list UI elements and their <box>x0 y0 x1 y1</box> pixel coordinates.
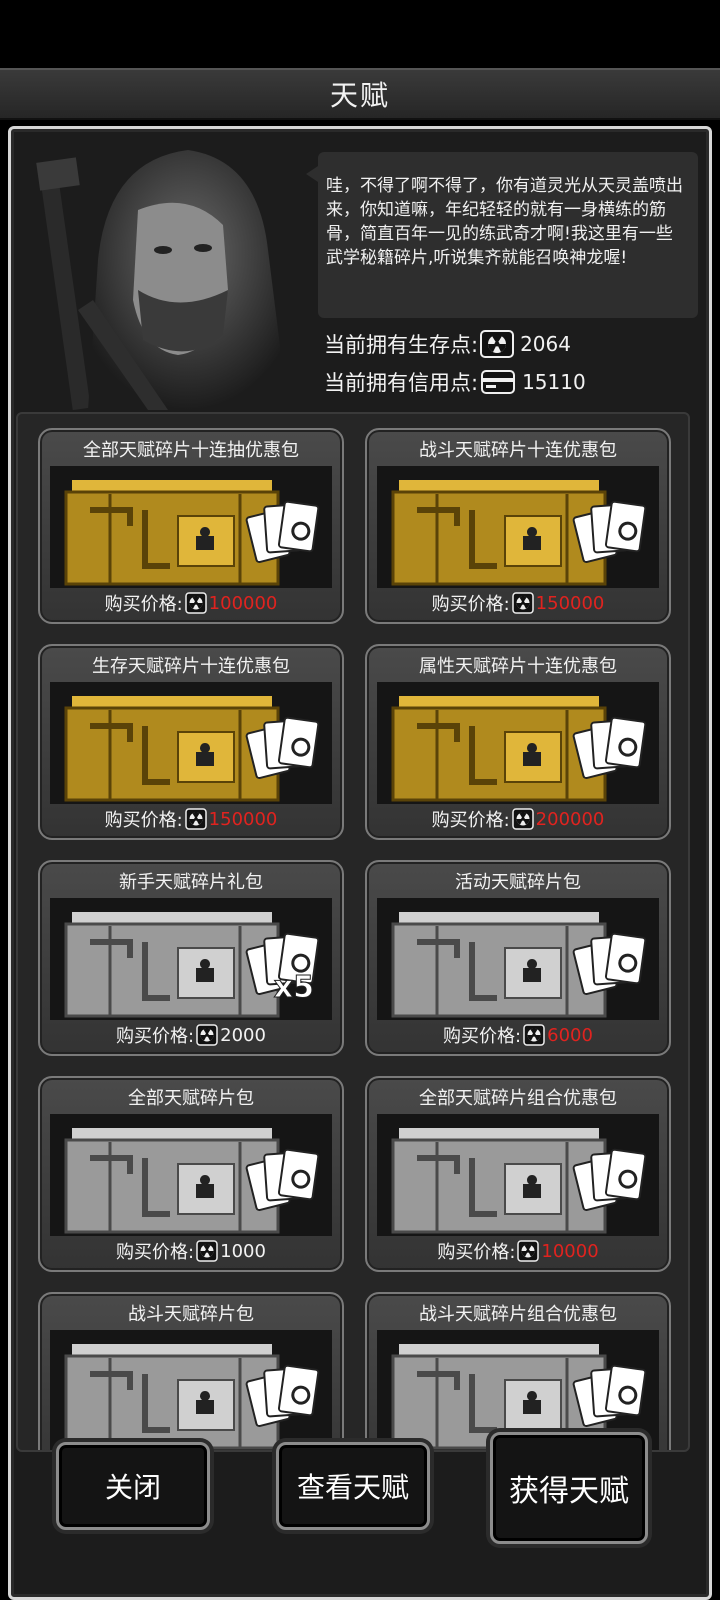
shop-pack-card[interactable]: 生存天赋碎片十连优惠包购买价格: 150000 <box>38 644 344 840</box>
pack-chest-image <box>377 1114 659 1236</box>
pack-name: 全部天赋碎片组合优惠包 <box>419 1088 617 1109</box>
shop-pack-card[interactable]: 全部天赋碎片十连抽优惠包购买价格: 100000 <box>38 428 344 624</box>
shop-pack-list[interactable]: 全部天赋碎片十连抽优惠包购买价格: 100000 战斗天赋碎片十连优惠包购买价格: 1… <box>16 412 690 1452</box>
pack-chest-image <box>377 466 659 588</box>
pack-price: 购买价格: 100000 <box>40 590 342 616</box>
survival-points-row: 当前拥有生存点: 2064 <box>324 328 571 360</box>
radiation-icon <box>511 808 534 830</box>
page-title: 天赋 <box>329 79 390 112</box>
price-value: 150000 <box>208 808 278 830</box>
shop-pack-card[interactable]: 战斗天赋碎片十连优惠包购买价格: 150000 <box>365 428 671 624</box>
radiation-icon <box>184 592 207 614</box>
pack-chest-image <box>50 466 332 588</box>
radiation-icon <box>184 808 207 830</box>
pack-name: 战斗天赋碎片包 <box>128 1304 254 1325</box>
price-label: 购买价格: <box>104 594 183 615</box>
survival-points-value: 2064 <box>520 332 571 356</box>
radiation-icon <box>511 592 534 614</box>
price-label: 购买价格: <box>116 1242 195 1263</box>
close-button-label: 关闭 <box>104 1471 161 1504</box>
pack-price: 购买价格: 150000 <box>40 806 342 832</box>
price-label: 购买价格: <box>431 594 510 615</box>
pack-price: 购买价格: 2000 <box>40 1022 342 1048</box>
credit-card-icon <box>481 370 516 394</box>
price-label: 购买价格: <box>104 810 183 831</box>
price-value: 2000 <box>220 1024 266 1046</box>
survival-points-label: 当前拥有生存点: <box>324 333 479 357</box>
view-talents-label: 查看天赋 <box>296 1471 409 1504</box>
close-button[interactable]: 关闭 <box>56 1442 210 1530</box>
shop-pack-card[interactable]: 属性天赋碎片十连优惠包购买价格: 200000 <box>365 644 671 840</box>
pack-name: 新手天赋碎片礼包 <box>119 872 263 893</box>
radiation-icon <box>480 330 515 358</box>
price-value: 100000 <box>208 592 278 614</box>
pack-quantity-badge: x5 <box>273 970 314 1006</box>
pack-chest-image <box>50 1330 332 1450</box>
credit-points-row: 当前拥有信用点: 15110 <box>324 366 586 398</box>
pack-price: 购买价格: 10000 <box>367 1238 669 1264</box>
price-value: 200000 <box>535 808 605 830</box>
obtain-talents-label: 获得天赋 <box>509 1474 629 1509</box>
pack-name: 战斗天赋碎片组合优惠包 <box>419 1304 617 1325</box>
shop-pack-card[interactable]: 新手天赋碎片礼包 x5 购买价格: 2000 <box>38 860 344 1056</box>
pack-price: 购买价格: 150000 <box>367 590 669 616</box>
pack-price: 购买价格: 1000 <box>40 1238 342 1264</box>
pack-chest-image <box>377 898 659 1020</box>
pack-price: 购买价格: 200000 <box>367 806 669 832</box>
pack-price: 购买价格: 6000 <box>367 1022 669 1048</box>
pack-name: 属性天赋碎片十连优惠包 <box>419 656 617 677</box>
radiation-icon <box>196 1024 218 1046</box>
radiation-icon <box>517 1240 540 1262</box>
npc-portrait <box>18 140 298 410</box>
pack-name: 全部天赋碎片包 <box>128 1088 254 1109</box>
radiation-icon <box>523 1024 545 1046</box>
shop-pack-card[interactable]: 全部天赋碎片组合优惠包购买价格: 10000 <box>365 1076 671 1272</box>
pack-name: 生存天赋碎片十连优惠包 <box>92 656 290 677</box>
npc-speech-text: 哇，不得了啊不得了，你有道灵光从天灵盖喷出来，你知道嘛，年纪轻轻的就有一身横练的… <box>326 176 683 268</box>
pack-chest-image <box>50 1114 332 1236</box>
obtain-talents-button[interactable]: 获得天赋 <box>490 1432 648 1544</box>
npc-speech-bubble: 哇，不得了啊不得了，你有道灵光从天灵盖喷出来，你知道嘛，年纪轻轻的就有一身横练的… <box>306 152 698 318</box>
price-value: 6000 <box>547 1024 593 1046</box>
price-label: 购买价格: <box>443 1026 522 1047</box>
shop-pack-card[interactable]: 战斗天赋碎片包 <box>38 1292 344 1450</box>
price-value: 1000 <box>220 1240 266 1262</box>
radiation-icon <box>196 1240 218 1262</box>
view-talents-button[interactable]: 查看天赋 <box>276 1442 430 1530</box>
credit-points-value: 15110 <box>522 370 586 394</box>
price-value: 10000 <box>541 1240 599 1262</box>
title-bar: 天赋 <box>0 68 720 120</box>
pack-name: 全部天赋碎片十连抽优惠包 <box>83 440 299 461</box>
pack-name: 战斗天赋碎片十连优惠包 <box>419 440 617 461</box>
price-label: 购买价格: <box>116 1026 195 1047</box>
shop-pack-card[interactable]: 战斗天赋碎片组合优惠包 <box>365 1292 671 1450</box>
price-label: 购买价格: <box>437 1242 516 1263</box>
price-label: 购买价格: <box>431 810 510 831</box>
shop-pack-card[interactable]: 全部天赋碎片包购买价格: 1000 <box>38 1076 344 1272</box>
pack-chest-image <box>50 682 332 804</box>
pack-name: 活动天赋碎片包 <box>455 872 581 893</box>
pack-chest-image <box>377 682 659 804</box>
shop-pack-card[interactable]: 活动天赋碎片包购买价格: 6000 <box>365 860 671 1056</box>
price-value: 150000 <box>535 592 605 614</box>
credit-points-label: 当前拥有信用点: <box>324 371 479 395</box>
